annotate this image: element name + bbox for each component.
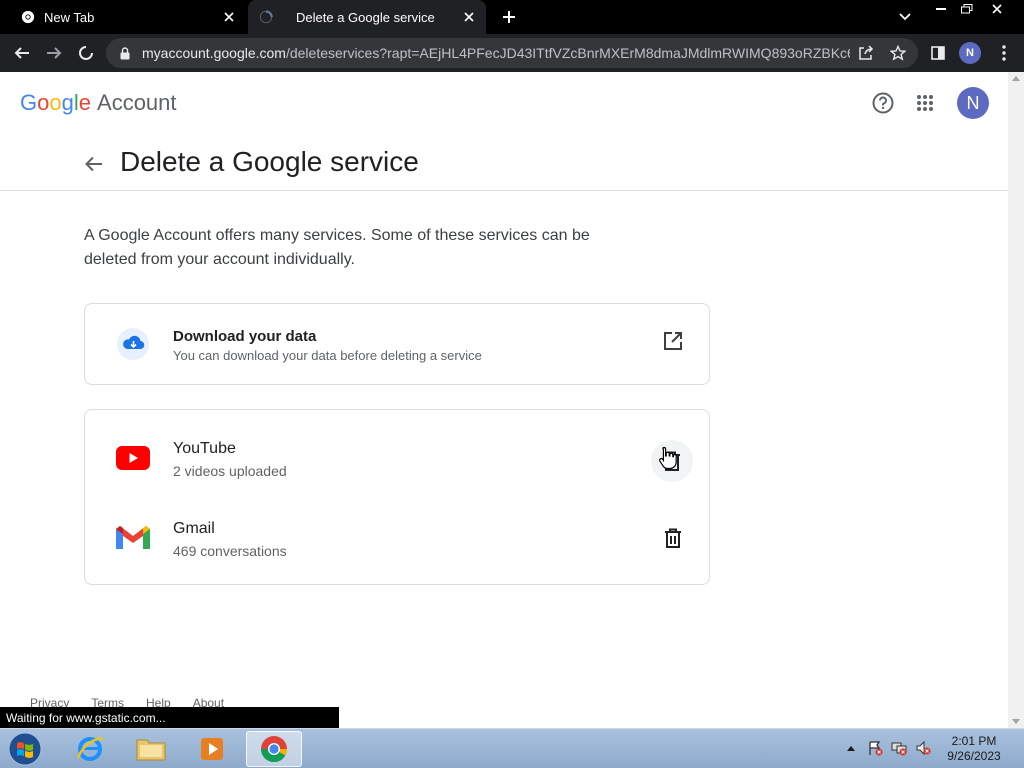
scroll-down-arrow-icon[interactable] bbox=[1012, 719, 1020, 724]
cloud-download-icon bbox=[115, 326, 151, 362]
media-player-icon bbox=[201, 738, 223, 760]
url-host: myaccount.google.com bbox=[142, 45, 286, 61]
scroll-up-arrow-icon[interactable] bbox=[1012, 76, 1020, 81]
lock-icon[interactable] bbox=[118, 46, 132, 60]
internet-explorer-icon bbox=[76, 737, 104, 761]
status-bubble: Waiting for www.gstatic.com... bbox=[0, 707, 339, 728]
back-button[interactable] bbox=[10, 41, 34, 65]
url-path: /deleteservices?rapt=AEjHL4PFecJD43ITtfV… bbox=[285, 45, 850, 61]
loading-spinner-icon bbox=[258, 9, 274, 25]
network-icon[interactable] bbox=[890, 739, 908, 757]
download-data-card[interactable]: Download your data You can download your… bbox=[84, 303, 710, 385]
window-close-button[interactable] bbox=[980, 0, 1014, 18]
page-scrollbar[interactable] bbox=[1008, 72, 1024, 728]
service-row-youtube[interactable]: YouTube 2 videos uploaded bbox=[85, 418, 709, 498]
account-avatar[interactable]: N bbox=[957, 87, 989, 119]
volume-muted-icon[interactable] bbox=[914, 739, 932, 757]
product-name: Account bbox=[97, 90, 177, 115]
back-arrow-icon[interactable] bbox=[82, 152, 106, 176]
browser-toolbar: myaccount.google.com/deleteservices?rapt… bbox=[0, 34, 1024, 72]
header-divider bbox=[0, 190, 1008, 191]
forward-button[interactable] bbox=[42, 41, 66, 65]
tab-title: Delete a Google service bbox=[296, 9, 435, 25]
tray-expand-icon[interactable] bbox=[842, 739, 860, 757]
share-icon[interactable] bbox=[854, 41, 878, 65]
page-title: Delete a Google service bbox=[120, 146, 419, 177]
stop-loading-button[interactable] bbox=[74, 41, 98, 65]
trash-icon bbox=[665, 528, 681, 548]
download-subtitle: You can download your data before deleti… bbox=[173, 348, 482, 363]
more-menu-icon[interactable] bbox=[992, 41, 1016, 65]
open-in-new-icon[interactable] bbox=[657, 325, 689, 357]
gmail-icon bbox=[115, 520, 151, 556]
taskbar-internet-explorer[interactable] bbox=[62, 731, 118, 767]
folder-icon bbox=[136, 739, 166, 761]
services-card: YouTube 2 videos uploaded Gmail 469 conv… bbox=[84, 409, 710, 585]
youtube-icon bbox=[115, 440, 151, 476]
close-icon[interactable] bbox=[218, 6, 240, 28]
system-clock[interactable]: 2:01 PM 9/26/2023 bbox=[936, 734, 1012, 764]
windows-logo-icon bbox=[8, 732, 42, 766]
address-bar[interactable]: myaccount.google.com/deleteservices?rapt… bbox=[106, 38, 918, 68]
clock-date: 9/26/2023 bbox=[947, 749, 1001, 763]
profile-avatar[interactable]: N bbox=[959, 42, 981, 64]
url-text[interactable]: myaccount.google.com/deleteservices?rapt… bbox=[142, 45, 850, 61]
side-panel-icon[interactable] bbox=[926, 41, 950, 65]
service-detail: 469 conversations bbox=[173, 543, 287, 559]
clock-time: 2:01 PM bbox=[951, 734, 997, 748]
google-wordmark: Google bbox=[20, 90, 92, 115]
close-icon[interactable] bbox=[458, 6, 480, 28]
tab-search-chevron-icon[interactable] bbox=[894, 6, 916, 28]
download-data-row[interactable]: Download your data You can download your… bbox=[85, 304, 709, 384]
hand-cursor-icon bbox=[659, 446, 677, 470]
download-title: Download your data bbox=[173, 328, 317, 345]
delete-gmail-button[interactable] bbox=[657, 522, 689, 554]
tab-strip: New Tab Delete a Google service bbox=[0, 0, 1024, 34]
tab-title: New Tab bbox=[44, 9, 95, 25]
chrome-icon bbox=[20, 9, 36, 25]
bookmark-star-icon[interactable] bbox=[886, 41, 910, 65]
action-center-flag-icon[interactable] bbox=[866, 739, 884, 757]
tab-delete-service[interactable]: Delete a Google service bbox=[248, 0, 486, 34]
service-name: Gmail bbox=[173, 520, 215, 537]
google-account-logo[interactable]: Google Account bbox=[20, 90, 177, 116]
intro-text: A Google Account offers many services. S… bbox=[84, 227, 590, 268]
taskbar: 2:01 PM 9/26/2023 bbox=[0, 728, 1024, 768]
page-content: Google Account N Delete a Google service… bbox=[0, 72, 1008, 728]
service-row-gmail[interactable]: Gmail 469 conversations bbox=[85, 498, 709, 578]
start-button[interactable] bbox=[4, 731, 46, 767]
restore-button[interactable] bbox=[952, 0, 982, 18]
tab-new-tab[interactable]: New Tab bbox=[0, 0, 246, 34]
taskbar-file-explorer[interactable] bbox=[123, 731, 179, 767]
service-name: YouTube bbox=[173, 440, 236, 457]
help-icon[interactable] bbox=[871, 91, 895, 115]
taskbar-media-player[interactable] bbox=[184, 731, 240, 767]
service-detail: 2 videos uploaded bbox=[173, 463, 287, 479]
apps-grid-icon[interactable] bbox=[913, 91, 937, 115]
chrome-icon bbox=[260, 736, 288, 763]
taskbar-chrome[interactable] bbox=[246, 731, 302, 767]
new-tab-button[interactable] bbox=[498, 6, 520, 28]
